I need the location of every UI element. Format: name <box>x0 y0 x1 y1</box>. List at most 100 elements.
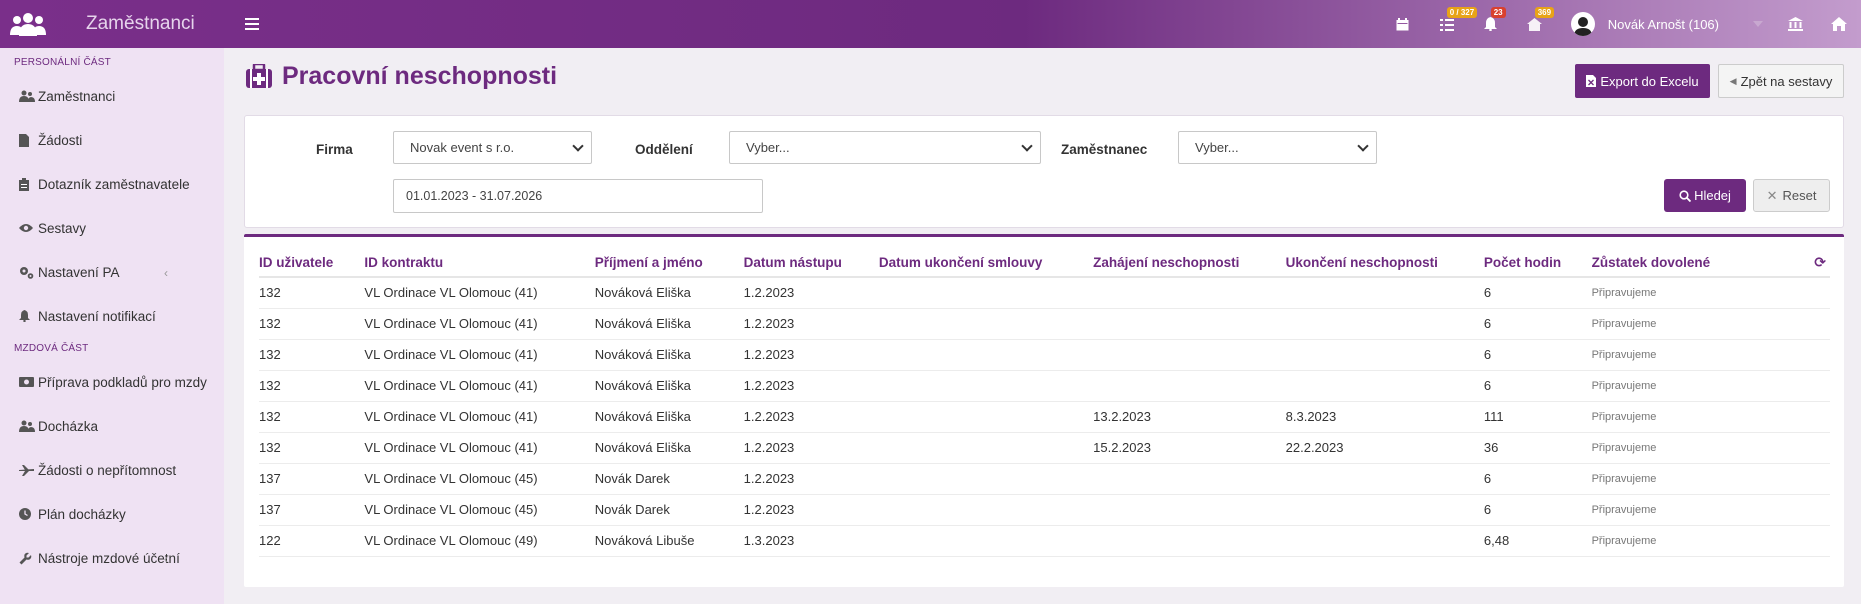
table-cell: Připravujeme <box>1591 463 1755 495</box>
column-header[interactable]: ID kontraktu <box>364 248 595 278</box>
table-cell-empty <box>1754 463 1830 495</box>
sidebar-item-nastaveni-pa[interactable]: Nastavení PA ‹ <box>0 250 224 294</box>
table-cell: 8.3.2023 <box>1285 401 1484 433</box>
brand: Zaměstnanci <box>0 0 243 48</box>
table-cell-empty <box>1754 339 1830 371</box>
table-row[interactable]: 137 VL Ordinace VL Olomouc (45) Novák Dare… <box>259 463 1830 495</box>
table-cell <box>1285 494 1484 526</box>
search-button[interactable]: Hledej <box>1664 179 1746 212</box>
sidebar: PERSONÁLNÍ ČÁST Zaměstnanci Žádosti Dota… <box>0 48 224 604</box>
medkit-icon <box>246 62 272 90</box>
table-cell <box>1093 494 1286 526</box>
table-cell <box>1093 463 1286 495</box>
table-row[interactable]: 122 VL Ordinace VL Olomouc (49) Nováková L… <box>259 525 1830 557</box>
bank-icon[interactable] <box>1773 0 1817 48</box>
zamestnanec-select[interactable]: Vyber... <box>1178 131 1377 164</box>
app-title[interactable]: Zaměstnanci <box>86 13 195 35</box>
column-header[interactable]: Datum ukončení smlouvy <box>878 248 1094 278</box>
clock-icon <box>19 507 37 521</box>
firma-select-value: Novak event s r.o. <box>410 140 515 155</box>
table-cell: VL Ordinace VL Olomouc (41) <box>364 339 595 371</box>
chevron-down-icon <box>572 140 584 152</box>
sidebar-item-label: Příprava podkladů pro mzdy <box>38 374 207 390</box>
table-cell: 132 <box>259 401 365 433</box>
sidebar-item-notifikace[interactable]: Nastavení notifikací <box>0 294 224 338</box>
users-logo-icon[interactable] <box>0 0 56 48</box>
filter-panel: Firma Novak event s r.o. Oddělení Vyber.… <box>244 115 1844 228</box>
table-cell: 1.2.2023 <box>743 494 879 526</box>
sidebar-item-dochazka[interactable]: Docházka <box>0 404 224 448</box>
table-cell: 1.2.2023 <box>743 432 879 464</box>
sidebar-item-dotaznik[interactable]: Dotazník zaměstnavatele <box>0 162 224 206</box>
table-row[interactable]: 132 VL Ordinace VL Olomouc (41) Nováková E… <box>259 370 1830 402</box>
table-cell: 15.2.2023 <box>1093 432 1286 464</box>
table-row[interactable]: 137 VL Ordinace VL Olomouc (45) Novák Dare… <box>259 494 1830 526</box>
menu-toggle-icon[interactable] <box>245 18 259 30</box>
column-header[interactable]: Zahájení neschopnosti <box>1093 248 1286 278</box>
table-cell: 132 <box>259 308 365 340</box>
table-cell: 1.2.2023 <box>743 277 879 309</box>
table-cell <box>878 339 1094 371</box>
home-icon[interactable] <box>1817 0 1861 48</box>
sidebar-item-label: Dotazník zaměstnavatele <box>38 176 190 192</box>
main-content: Pracovní neschopnosti Export do Excelu ◀… <box>244 48 1844 587</box>
bell-icon[interactable]: 23 <box>1469 0 1513 48</box>
calendar-icon[interactable] <box>1381 0 1425 48</box>
table-body: 132 VL Ordinace VL Olomouc (41) Nováková E… <box>259 277 1830 557</box>
sidebar-item-nepritomnost[interactable]: Žádosti o nepřítomnost <box>0 448 224 492</box>
column-header[interactable]: ID uživatele <box>259 248 365 278</box>
sidebar-item-nastroje[interactable]: Nástroje mzdové účetní ‹ <box>0 536 224 580</box>
chevron-down-icon <box>1021 140 1033 152</box>
date-range-input[interactable]: 01.01.2023 - 31.07.2026 <box>393 179 763 213</box>
sidebar-item-sestavy[interactable]: Sestavy <box>0 206 224 250</box>
export-excel-button[interactable]: Export do Excelu <box>1575 64 1710 98</box>
zamestnanec-label: Zaměstnanec <box>1061 142 1148 157</box>
chevron-down-icon[interactable] <box>1753 21 1763 27</box>
sidebar-item-plan[interactable]: Plán docházky <box>0 492 224 536</box>
oddeleni-select[interactable]: Vyber... <box>729 131 1041 164</box>
tasks-icon[interactable]: 0 / 327 <box>1425 0 1478 48</box>
column-header[interactable]: Datum nástupu <box>743 248 879 278</box>
back-to-reports-button[interactable]: ◀ Zpět na sestavy <box>1718 64 1844 98</box>
wrench-icon <box>19 551 37 565</box>
table-cell: 1.2.2023 <box>743 370 879 402</box>
reset-button[interactable]: ✕ Reset <box>1753 179 1830 212</box>
table-row[interactable]: 132 VL Ordinace VL Olomouc (41) Nováková E… <box>259 401 1830 433</box>
firma-select[interactable]: Novak event s r.o. <box>393 131 592 164</box>
table-cell <box>878 432 1094 464</box>
column-header[interactable]: Počet hodin <box>1483 248 1592 278</box>
table-row[interactable]: 132 VL Ordinace VL Olomouc (41) Nováková E… <box>259 308 1830 340</box>
sidebar-item-zadosti[interactable]: Žádosti <box>0 118 224 162</box>
sidebar-item-priprava[interactable]: Příprava podkladů pro mzdy <box>0 360 224 404</box>
avatar <box>1570 12 1595 36</box>
table-cell <box>878 525 1094 557</box>
column-header[interactable]: Ukončení neschopnosti <box>1285 248 1484 278</box>
column-header[interactable]: Zůstatek dovolené <box>1591 248 1755 278</box>
table-header-row: ID uživatele ID kontraktu Příjmení a jmé… <box>259 248 1830 278</box>
table-cell: VL Ordinace VL Olomouc (41) <box>364 432 595 464</box>
user-menu[interactable]: Novák Arnošt (106) <box>1570 0 1763 48</box>
export-excel-label: Export do Excelu <box>1600 73 1699 89</box>
messages-icon[interactable]: 369 <box>1513 0 1557 48</box>
gears-icon <box>19 265 37 279</box>
refresh-icon[interactable]: ⟳ <box>1754 248 1830 278</box>
table-cell: Nováková Eliška <box>594 277 744 309</box>
sidebar-item-zamestnanci[interactable]: Zaměstnanci <box>0 74 224 118</box>
column-header[interactable]: Příjmení a jméno <box>594 248 744 278</box>
table-cell: Nováková Eliška <box>594 401 744 433</box>
table-cell <box>1285 277 1484 309</box>
table-cell: Novák Darek <box>594 494 744 526</box>
user-name: Novák Arnošt (106) <box>1607 16 1719 32</box>
table-cell: 6 <box>1483 277 1592 309</box>
page-title: Pracovní neschopnosti <box>246 62 557 91</box>
table-row[interactable]: 132 VL Ordinace VL Olomouc (41) Nováková E… <box>259 277 1830 309</box>
table-row[interactable]: 132 VL Ordinace VL Olomouc (41) Nováková E… <box>259 432 1830 464</box>
table-row[interactable]: 132 VL Ordinace VL Olomouc (41) Nováková E… <box>259 339 1830 371</box>
table-cell <box>1093 370 1286 402</box>
sidebar-item-label: Plán docházky <box>38 506 126 522</box>
table-cell <box>878 494 1094 526</box>
table-cell: Připravujeme <box>1591 432 1755 464</box>
table-cell: VL Ordinace VL Olomouc (41) <box>364 308 595 340</box>
sidebar-item-label: Docházka <box>38 418 99 434</box>
sidebar-item-label: Žádosti <box>38 132 83 148</box>
